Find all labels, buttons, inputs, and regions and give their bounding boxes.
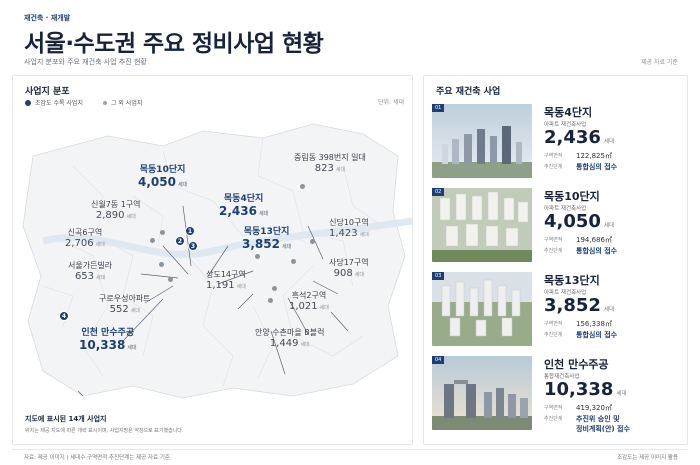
project-area: 122,825㎡: [576, 152, 612, 160]
site-label-jungnim: 중림동 398번지 일대 823 세대: [294, 153, 366, 174]
key-site-marker-2[interactable]: 2: [175, 236, 185, 246]
stage-label: 추진단계: [544, 248, 563, 254]
project-rendering-image: [432, 356, 532, 430]
site-label-sadang: 사당17구역 908 세대: [329, 258, 369, 279]
site-marker-jungnim: [300, 184, 305, 189]
site-marker-seoulgarden: [159, 262, 164, 267]
project-stage: 통합심의 접수: [576, 247, 618, 255]
project-name: 목동10단지: [544, 190, 600, 203]
projects-panel: 주요 재건축 사업 01 목동4단지 아파트 재건축사업 2,436 세대 구역면…: [423, 75, 688, 445]
key-site-label-mansu: 인천 만수주공 10,338 세대: [79, 328, 137, 352]
site-label-sindang: 신당10구역 1,423 세대: [329, 218, 369, 239]
key-site-label-mokdong13: 목동13단지 3,852 세대: [242, 227, 292, 251]
project-household-count: 2,436 세대: [544, 127, 615, 148]
page-subtitle: 사업지 분포와 주요 재건축 사업 추진 현황: [24, 58, 147, 66]
area-label: 구역면적: [544, 405, 563, 411]
project-name: 인천 만수주공: [544, 358, 609, 371]
legend-other: 그 외 사업지: [102, 98, 143, 107]
stage-label: 추진단계: [544, 332, 563, 338]
site-label-anyang: 안양 수촌마을 B블럭 1,449 세대: [255, 328, 325, 349]
site-marker-singok: [150, 238, 155, 243]
legend-key: 조감도 수록 사업지: [25, 98, 83, 107]
site-marker-sadang: [291, 259, 296, 264]
key-site-marker-1[interactable]: 1: [185, 226, 195, 236]
project-area: 419,320㎡: [576, 404, 612, 412]
project-card[interactable]: 03 목동13단지 아파트 재건축사업 3,852 세대 구역면적 156,338…: [432, 272, 682, 346]
project-stage: 추진위 승인 및 정비계획(안) 접수: [576, 415, 630, 433]
map-title: 사업지 분포: [25, 87, 70, 97]
site-label-singok: 신곡6구역 2,706 세대: [65, 228, 105, 249]
map-footer-note: 위치는 제공 지도에 따른 개략 표시이며, 사업지명은 약칭으로 표기했습니다…: [25, 428, 184, 434]
site-label-sangdo: 상도14구역 1,191 세대: [206, 270, 246, 291]
site-marker-guro: [168, 277, 173, 282]
site-label-heukseok: 흑석2구역 1,021 세대: [289, 291, 329, 312]
project-rendering-image: [432, 104, 532, 178]
project-area: 194,686㎡: [576, 236, 612, 244]
project-rendering-image: [432, 188, 532, 262]
key-site-label-mokdong10: 목동10단지 4,050 세대: [138, 165, 188, 189]
project-area: 156,338㎡: [576, 320, 612, 328]
map-footer-title: 지도에 표시된 14개 사업지: [25, 415, 107, 423]
project-number: 01: [432, 104, 445, 112]
stage-label: 추진단계: [544, 416, 563, 422]
project-name: 목동13단지: [544, 274, 600, 287]
key-site-label-mokdong4: 목동4단지 2,436 세대: [219, 194, 269, 218]
project-household-count: 4,050 세대: [544, 211, 615, 232]
project-stage: 통합심의 접수: [576, 163, 618, 171]
footer-credit: 조감도는 제공 이미지 활용: [617, 455, 678, 461]
project-name: 목동4단지: [544, 106, 593, 119]
area-label: 구역면적: [544, 153, 563, 159]
key-site-marker-4[interactable]: 4: [59, 311, 69, 321]
footer-divider: [12, 449, 688, 450]
map-legend: 조감도 수록 사업지 그 외 사업지: [25, 98, 142, 107]
project-stage: 통합심의 접수: [576, 331, 618, 339]
site-marker-sangdo: [255, 254, 260, 259]
site-marker-sinwol: [160, 230, 165, 235]
area-label: 구역면적: [544, 237, 563, 243]
site-label-sinwol: 신월7동 1구역 2,890 세대: [91, 200, 141, 221]
site-marker-sindang: [310, 239, 315, 244]
stage-label: 추진단계: [544, 164, 563, 170]
site-marker-anyang: [272, 286, 277, 291]
project-number: 04: [432, 356, 445, 364]
source-note: 제공 자료 기준: [641, 59, 678, 66]
footer-source: 자료: 제공 이미지 | 세대수·구역면적·추진단계는 제공 자료 기준: [24, 455, 170, 461]
project-card[interactable]: 04 인천 만수주공 통합재건축사업 10,338 세대 구역면적 419,320…: [432, 356, 682, 433]
map-panel: 사업지 분포 조감도 수록 사업지 그 외 사업지 단위: 세대 중림동 398…: [12, 75, 413, 445]
area-label: 구역면적: [544, 321, 563, 327]
project-card[interactable]: 02 목동10단지 아파트 재건축사업 4,050 세대 구역면적 194,686…: [432, 188, 682, 262]
project-number: 02: [432, 188, 445, 196]
project-rendering-image: [432, 272, 532, 346]
project-card[interactable]: 01 목동4단지 아파트 재건축사업 2,436 세대 구역면적 122,825㎡…: [432, 104, 682, 178]
page-title: 서울·수도권 주요 정비사업 현황: [24, 31, 324, 57]
project-number: 03: [432, 272, 445, 280]
legend-other-label: 그 외 사업지: [110, 100, 143, 107]
legend-key-label: 조감도 수록 사업지: [35, 100, 83, 107]
key-site-icon: [25, 99, 31, 106]
projects-title: 주요 재건축 사업: [436, 87, 501, 97]
project-household-count: 3,852 세대: [544, 295, 615, 316]
kicker: 재건축 · 재개발: [24, 14, 71, 22]
unit-label: 단위: 세대: [377, 99, 404, 106]
site-label-guro: 구로우성아파트 552 세대: [99, 294, 151, 315]
key-site-marker-3[interactable]: 3: [188, 241, 198, 251]
project-household-count: 10,338 세대: [544, 379, 627, 400]
other-site-icon: [102, 100, 107, 105]
site-label-seoulgarden: 서울가든빌라 653 세대: [68, 261, 113, 282]
site-marker-heukseok: [268, 298, 273, 303]
